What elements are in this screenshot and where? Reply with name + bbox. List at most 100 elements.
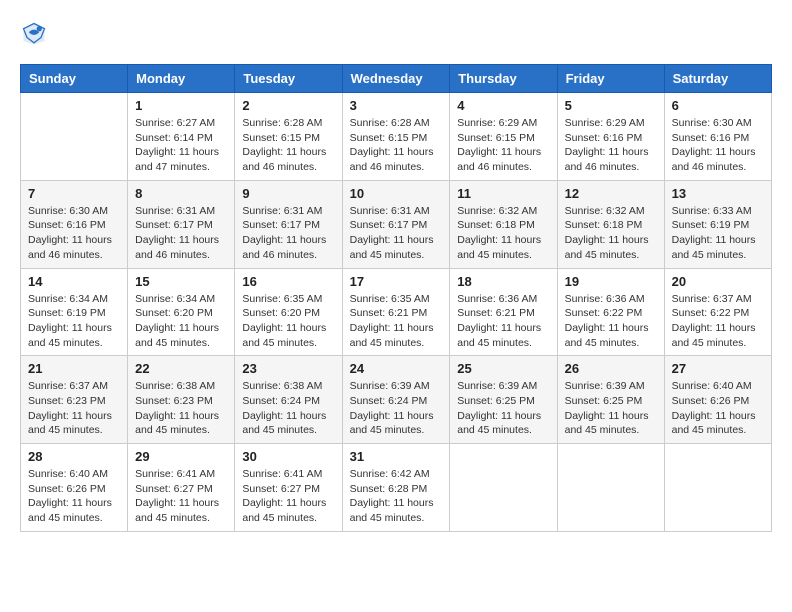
calendar-cell: 5 Sunrise: 6:29 AMSunset: 6:16 PMDaylight… bbox=[557, 93, 664, 181]
day-number: 12 bbox=[565, 186, 657, 201]
cell-details: Sunrise: 6:28 AMSunset: 6:15 PMDaylight:… bbox=[350, 116, 443, 175]
calendar-cell: 19 Sunrise: 6:36 AMSunset: 6:22 PMDayligh… bbox=[557, 268, 664, 356]
cell-details: Sunrise: 6:37 AMSunset: 6:23 PMDaylight:… bbox=[28, 379, 120, 438]
calendar-cell: 22Sunrise: 6:38 AMSunset: 6:23 PMDayligh… bbox=[128, 356, 235, 444]
cell-details: Sunrise: 6:32 AMSunset: 6:18 PMDaylight:… bbox=[565, 204, 657, 263]
page-header bbox=[20, 20, 772, 48]
calendar-cell: 27 Sunrise: 6:40 AMSunset: 6:26 PMDayligh… bbox=[664, 356, 771, 444]
calendar-cell: 14 Sunrise: 6:34 AMSunset: 6:19 PMDayligh… bbox=[21, 268, 128, 356]
cell-details: Sunrise: 6:29 AMSunset: 6:15 PMDaylight:… bbox=[457, 116, 549, 175]
day-header-wednesday: Wednesday bbox=[342, 65, 450, 93]
day-header-thursday: Thursday bbox=[450, 65, 557, 93]
day-number: 23 bbox=[242, 361, 334, 376]
calendar-cell bbox=[664, 444, 771, 532]
day-number: 19 bbox=[565, 274, 657, 289]
cell-details: Sunrise: 6:31 AMSunset: 6:17 PMDaylight:… bbox=[350, 204, 443, 263]
day-number: 3 bbox=[350, 98, 443, 113]
cell-details: Sunrise: 6:39 AMSunset: 6:24 PMDaylight:… bbox=[350, 379, 443, 438]
day-number: 27 bbox=[672, 361, 764, 376]
cell-details: Sunrise: 6:33 AMSunset: 6:19 PMDaylight:… bbox=[672, 204, 764, 263]
calendar-cell: 18 Sunrise: 6:36 AMSunset: 6:21 PMDayligh… bbox=[450, 268, 557, 356]
calendar-cell: 12 Sunrise: 6:32 AMSunset: 6:18 PMDayligh… bbox=[557, 180, 664, 268]
calendar-cell: 7 Sunrise: 6:30 AMSunset: 6:16 PMDaylight… bbox=[21, 180, 128, 268]
calendar-cell: 21 Sunrise: 6:37 AMSunset: 6:23 PMDayligh… bbox=[21, 356, 128, 444]
day-number: 14 bbox=[28, 274, 120, 289]
day-number: 16 bbox=[242, 274, 334, 289]
calendar-cell: 17 Sunrise: 6:35 AMSunset: 6:21 PMDayligh… bbox=[342, 268, 450, 356]
cell-details: Sunrise: 6:31 AMSunset: 6:17 PMDaylight:… bbox=[135, 204, 227, 263]
day-number: 6 bbox=[672, 98, 764, 113]
calendar-cell: 3 Sunrise: 6:28 AMSunset: 6:15 PMDaylight… bbox=[342, 93, 450, 181]
day-number: 15 bbox=[135, 274, 227, 289]
cell-details: Sunrise: 6:41 AMSunset: 6:27 PMDaylight:… bbox=[135, 467, 227, 526]
calendar-cell: 8 Sunrise: 6:31 AMSunset: 6:17 PMDaylight… bbox=[128, 180, 235, 268]
cell-details: Sunrise: 6:30 AMSunset: 6:16 PMDaylight:… bbox=[28, 204, 120, 263]
cell-details: Sunrise: 6:36 AMSunset: 6:21 PMDaylight:… bbox=[457, 292, 549, 351]
calendar-cell: 16 Sunrise: 6:35 AMSunset: 6:20 PMDayligh… bbox=[235, 268, 342, 356]
cell-details: Sunrise: 6:28 AMSunset: 6:15 PMDaylight:… bbox=[242, 116, 334, 175]
calendar-cell: 25 Sunrise: 6:39 AMSunset: 6:25 PMDayligh… bbox=[450, 356, 557, 444]
calendar-cell: 29 Sunrise: 6:41 AMSunset: 6:27 PMDayligh… bbox=[128, 444, 235, 532]
day-number: 26 bbox=[565, 361, 657, 376]
calendar-cell: 13 Sunrise: 6:33 AMSunset: 6:19 PMDayligh… bbox=[664, 180, 771, 268]
calendar-table: SundayMondayTuesdayWednesdayThursdayFrid… bbox=[20, 64, 772, 532]
day-number: 2 bbox=[242, 98, 334, 113]
calendar-header-row: SundayMondayTuesdayWednesdayThursdayFrid… bbox=[21, 65, 772, 93]
cell-details: Sunrise: 6:38 AMSunset: 6:24 PMDaylight:… bbox=[242, 379, 334, 438]
cell-details: Sunrise: 6:29 AMSunset: 6:16 PMDaylight:… bbox=[565, 116, 657, 175]
cell-details: Sunrise: 6:35 AMSunset: 6:21 PMDaylight:… bbox=[350, 292, 443, 351]
day-number: 1 bbox=[135, 98, 227, 113]
calendar-cell: 30Sunrise: 6:41 AMSunset: 6:27 PMDayligh… bbox=[235, 444, 342, 532]
cell-details: Sunrise: 6:31 AMSunset: 6:17 PMDaylight:… bbox=[242, 204, 334, 263]
cell-details: Sunrise: 6:32 AMSunset: 6:18 PMDaylight:… bbox=[457, 204, 549, 263]
day-number: 4 bbox=[457, 98, 549, 113]
day-number: 25 bbox=[457, 361, 549, 376]
cell-details: Sunrise: 6:40 AMSunset: 6:26 PMDaylight:… bbox=[28, 467, 120, 526]
calendar-cell: 31 Sunrise: 6:42 AMSunset: 6:28 PMDayligh… bbox=[342, 444, 450, 532]
calendar-week-row: 21 Sunrise: 6:37 AMSunset: 6:23 PMDayligh… bbox=[21, 356, 772, 444]
day-header-monday: Monday bbox=[128, 65, 235, 93]
calendar-cell: 1Sunrise: 6:27 AMSunset: 6:14 PMDaylight… bbox=[128, 93, 235, 181]
day-number: 22 bbox=[135, 361, 227, 376]
day-number: 28 bbox=[28, 449, 120, 464]
cell-details: Sunrise: 6:34 AMSunset: 6:20 PMDaylight:… bbox=[135, 292, 227, 351]
calendar-cell: 4 Sunrise: 6:29 AMSunset: 6:15 PMDaylight… bbox=[450, 93, 557, 181]
day-number: 13 bbox=[672, 186, 764, 201]
cell-details: Sunrise: 6:30 AMSunset: 6:16 PMDaylight:… bbox=[672, 116, 764, 175]
calendar-cell: 28 Sunrise: 6:40 AMSunset: 6:26 PMDayligh… bbox=[21, 444, 128, 532]
cell-details: Sunrise: 6:39 AMSunset: 6:25 PMDaylight:… bbox=[565, 379, 657, 438]
day-number: 24 bbox=[350, 361, 443, 376]
calendar-week-row: 14 Sunrise: 6:34 AMSunset: 6:19 PMDayligh… bbox=[21, 268, 772, 356]
day-number: 7 bbox=[28, 186, 120, 201]
calendar-cell: 20Sunrise: 6:37 AMSunset: 6:22 PMDayligh… bbox=[664, 268, 771, 356]
calendar-week-row: 7 Sunrise: 6:30 AMSunset: 6:16 PMDaylight… bbox=[21, 180, 772, 268]
calendar-cell: 23 Sunrise: 6:38 AMSunset: 6:24 PMDayligh… bbox=[235, 356, 342, 444]
calendar-cell: 10Sunrise: 6:31 AMSunset: 6:17 PMDayligh… bbox=[342, 180, 450, 268]
day-number: 5 bbox=[565, 98, 657, 113]
day-number: 17 bbox=[350, 274, 443, 289]
cell-details: Sunrise: 6:36 AMSunset: 6:22 PMDaylight:… bbox=[565, 292, 657, 351]
calendar-cell bbox=[557, 444, 664, 532]
calendar-cell bbox=[450, 444, 557, 532]
cell-details: Sunrise: 6:42 AMSunset: 6:28 PMDaylight:… bbox=[350, 467, 443, 526]
cell-details: Sunrise: 6:40 AMSunset: 6:26 PMDaylight:… bbox=[672, 379, 764, 438]
cell-details: Sunrise: 6:37 AMSunset: 6:22 PMDaylight:… bbox=[672, 292, 764, 351]
calendar-cell: 11 Sunrise: 6:32 AMSunset: 6:18 PMDayligh… bbox=[450, 180, 557, 268]
day-number: 29 bbox=[135, 449, 227, 464]
calendar-cell: 26 Sunrise: 6:39 AMSunset: 6:25 PMDayligh… bbox=[557, 356, 664, 444]
calendar-week-row: 28 Sunrise: 6:40 AMSunset: 6:26 PMDayligh… bbox=[21, 444, 772, 532]
day-header-saturday: Saturday bbox=[664, 65, 771, 93]
calendar-cell: 9 Sunrise: 6:31 AMSunset: 6:17 PMDaylight… bbox=[235, 180, 342, 268]
calendar-cell: 6 Sunrise: 6:30 AMSunset: 6:16 PMDaylight… bbox=[664, 93, 771, 181]
day-number: 21 bbox=[28, 361, 120, 376]
day-number: 9 bbox=[242, 186, 334, 201]
calendar-cell: 15 Sunrise: 6:34 AMSunset: 6:20 PMDayligh… bbox=[128, 268, 235, 356]
day-number: 8 bbox=[135, 186, 227, 201]
day-number: 18 bbox=[457, 274, 549, 289]
cell-details: Sunrise: 6:39 AMSunset: 6:25 PMDaylight:… bbox=[457, 379, 549, 438]
cell-details: Sunrise: 6:35 AMSunset: 6:20 PMDaylight:… bbox=[242, 292, 334, 351]
day-number: 31 bbox=[350, 449, 443, 464]
logo bbox=[20, 20, 52, 48]
day-number: 11 bbox=[457, 186, 549, 201]
cell-details: Sunrise: 6:34 AMSunset: 6:19 PMDaylight:… bbox=[28, 292, 120, 351]
